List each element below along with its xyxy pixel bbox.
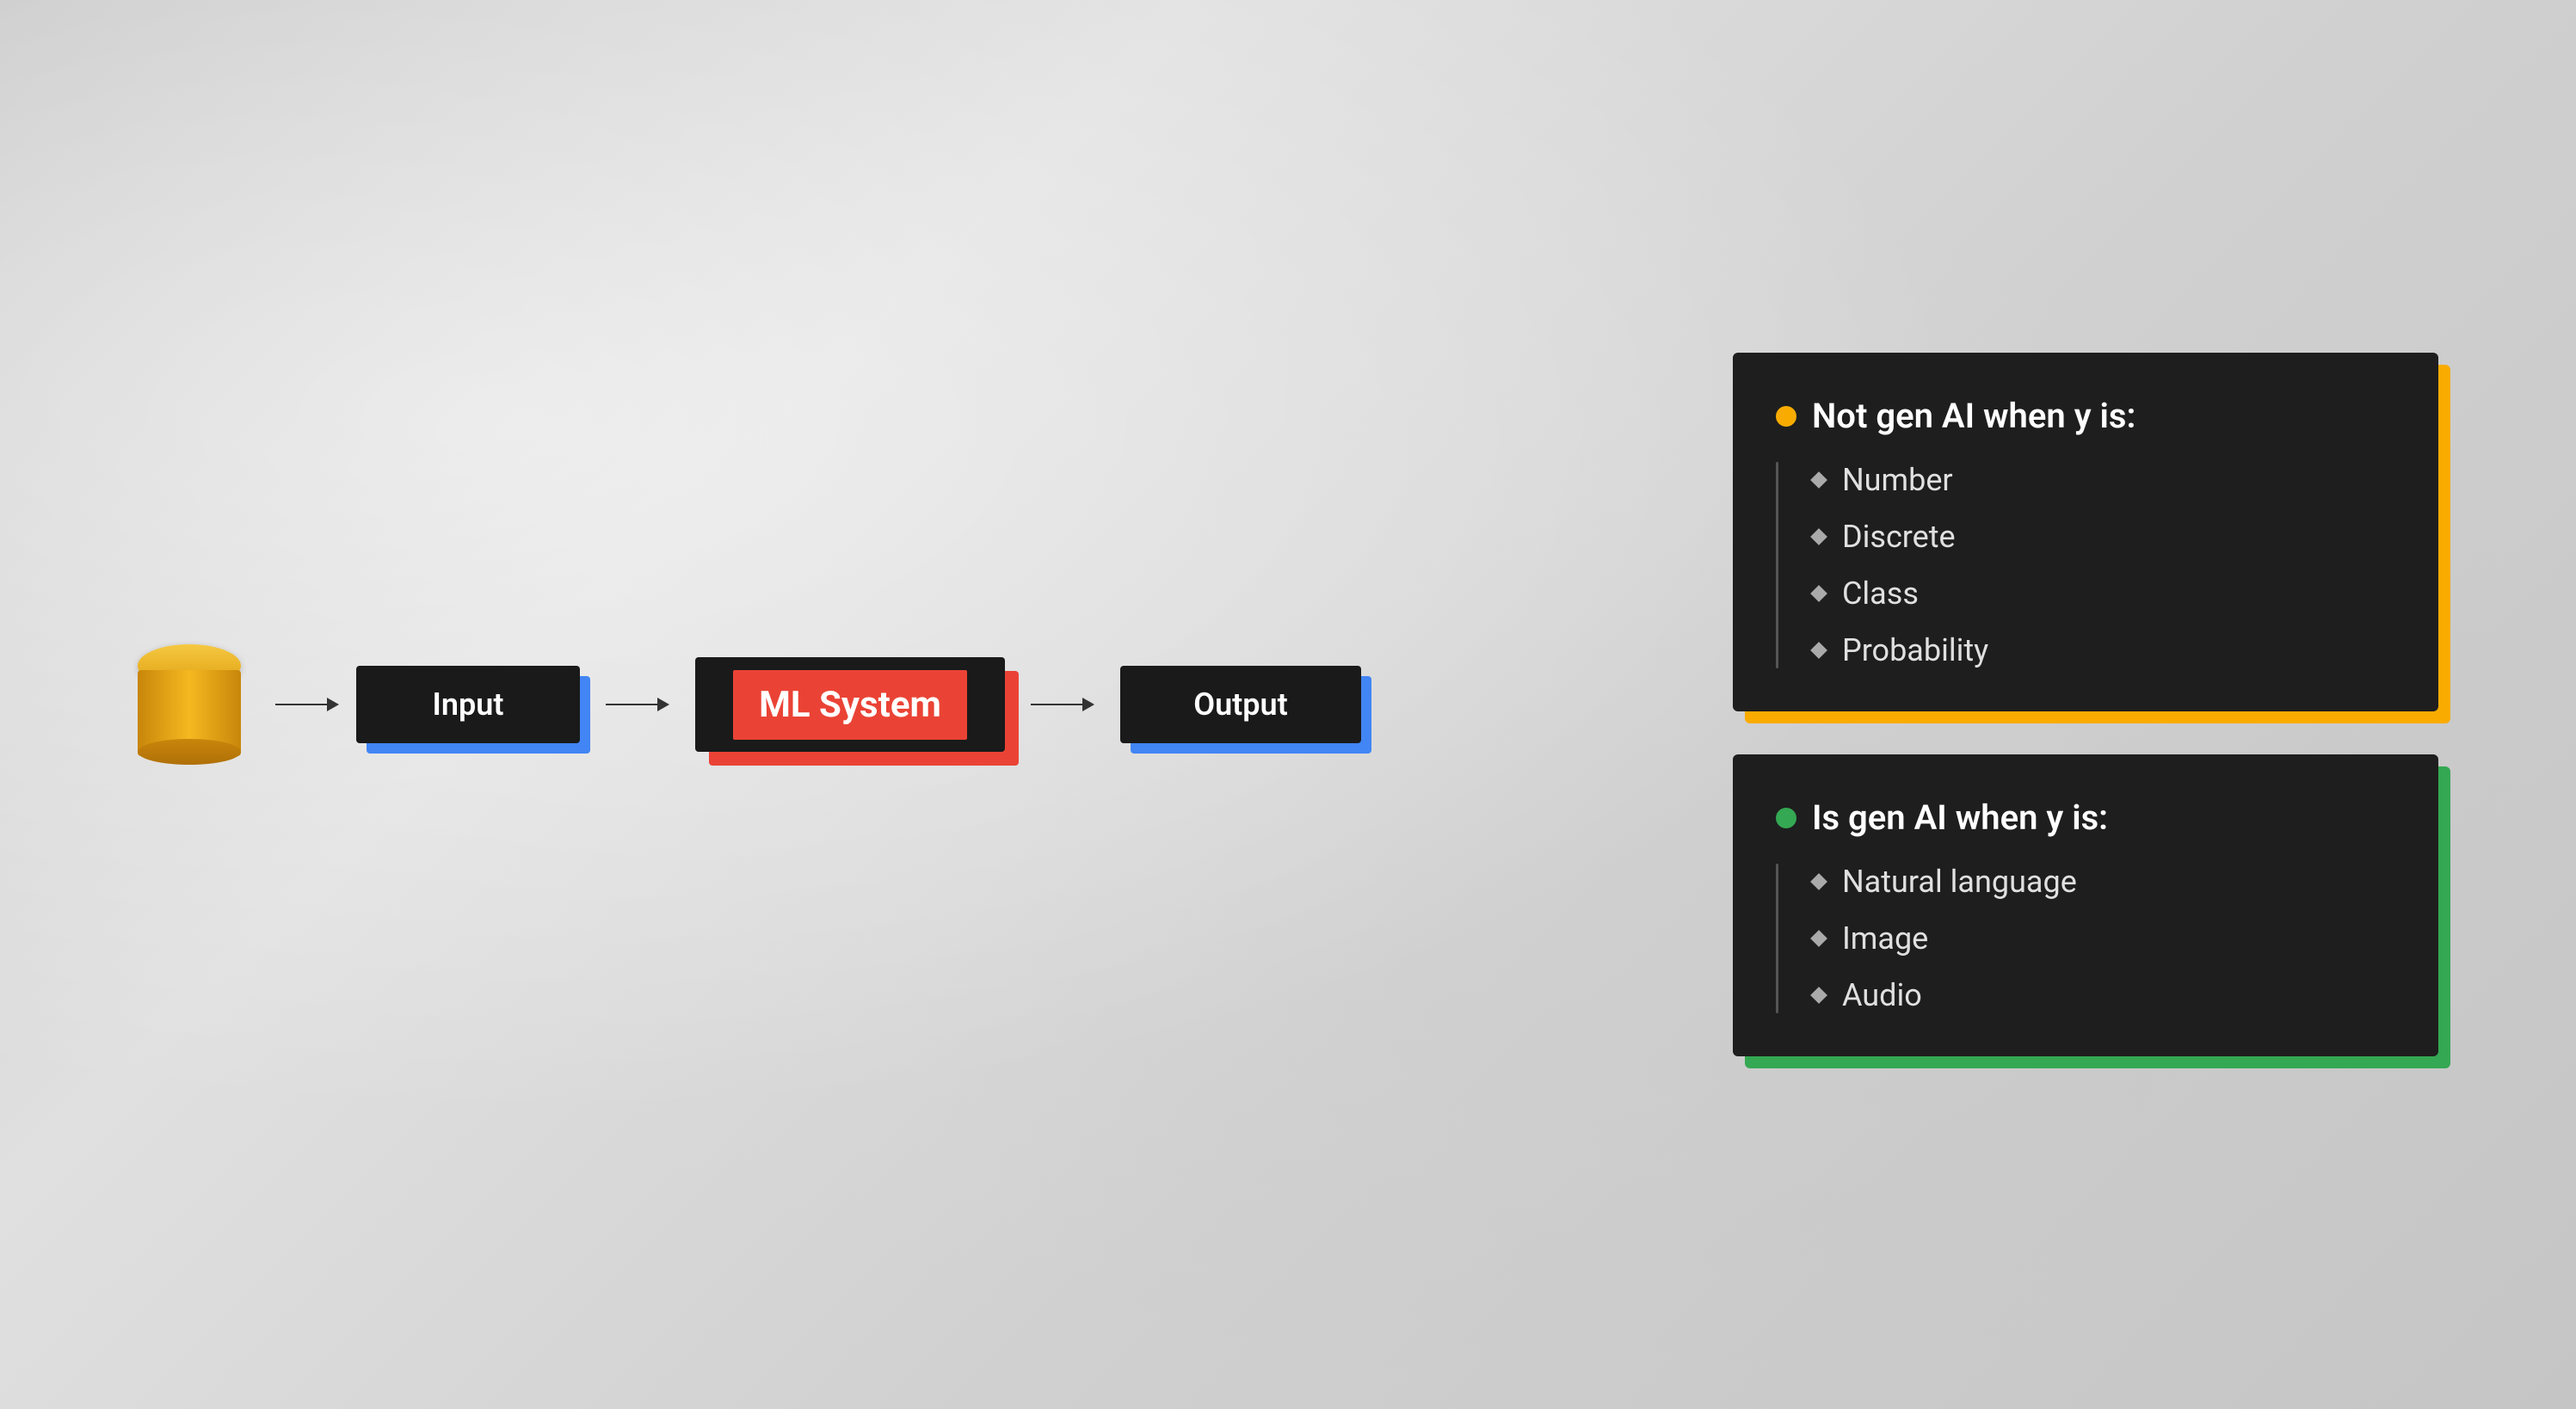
arrow-line-1 <box>275 704 327 705</box>
arrow-head-2 <box>657 698 669 711</box>
arrow-3 <box>1031 698 1094 711</box>
item-number: Number <box>1842 462 1953 498</box>
output-box: Output <box>1120 666 1361 743</box>
not-gen-ai-panel: Not gen AI when y is: Number Discrete <box>1733 353 2438 711</box>
item-audio: Audio <box>1842 977 1922 1013</box>
arrow-head-3 <box>1082 698 1094 711</box>
list-item: Number <box>1813 462 1988 498</box>
input-label: Input <box>433 686 504 723</box>
arrow-line-3 <box>1031 704 1082 705</box>
diamond-icon <box>1810 642 1827 659</box>
panel-list-2: Natural language Image Audio <box>1776 864 2387 1013</box>
ml-box-wrapper: ML System <box>695 657 1005 752</box>
ml-label: ML System <box>759 684 941 726</box>
panels-area: Not gen AI when y is: Number Discrete <box>1733 353 2438 1056</box>
dot-yellow-icon <box>1776 406 1796 427</box>
diamond-icon <box>1810 930 1827 947</box>
diamond-icon <box>1810 873 1827 890</box>
item-discrete: Discrete <box>1842 519 1956 555</box>
panel-title-2: Is gen AI when y is: <box>1776 797 2387 838</box>
list-item: Probability <box>1813 632 1988 668</box>
ml-inner: ML System <box>733 670 967 740</box>
arrow-line-2 <box>606 704 657 705</box>
item-probability: Probability <box>1842 632 1988 668</box>
list-item: Discrete <box>1813 519 1988 555</box>
arrow-head-1 <box>327 698 339 711</box>
panel-line-2 <box>1776 864 1778 1013</box>
list-item: Image <box>1813 920 2077 957</box>
database-icon <box>138 644 241 765</box>
list-item: Audio <box>1813 977 2077 1013</box>
output-box-wrapper: Output <box>1120 666 1361 743</box>
cylinder-bottom <box>138 739 241 765</box>
is-gen-ai-panel: Is gen AI when y is: Natural language Im… <box>1733 754 2438 1056</box>
item-image: Image <box>1842 920 1928 957</box>
arrow-1 <box>275 698 339 711</box>
diamond-icon <box>1810 471 1827 489</box>
item-natural-language: Natural language <box>1842 864 2077 900</box>
arrow-2 <box>606 698 669 711</box>
panel-title-1: Not gen AI when y is: <box>1776 396 2387 436</box>
panel-items-2: Natural language Image Audio <box>1813 864 2077 1013</box>
list-item: Class <box>1813 575 1988 612</box>
panel-items-1: Number Discrete Class Probability <box>1813 462 1988 668</box>
main-content: Input ML System Output <box>0 0 2576 1409</box>
diamond-icon <box>1810 987 1827 1004</box>
item-class: Class <box>1842 575 1919 612</box>
panel-content-2: Is gen AI when y is: Natural language Im… <box>1733 754 2438 1056</box>
panel-content-1: Not gen AI when y is: Number Discrete <box>1733 353 2438 711</box>
ml-box: ML System <box>695 657 1005 752</box>
dot-green-icon <box>1776 808 1796 828</box>
panel-list-1: Number Discrete Class Probability <box>1776 462 2387 668</box>
panel-line-1 <box>1776 462 1778 668</box>
is-gen-ai-title: Is gen AI when y is: <box>1812 797 2108 838</box>
output-label: Output <box>1193 686 1287 723</box>
list-item: Natural language <box>1813 864 2077 900</box>
diamond-icon <box>1810 585 1827 602</box>
diagram-area: Input ML System Output <box>138 644 1378 765</box>
diamond-icon <box>1810 528 1827 545</box>
not-gen-ai-title: Not gen AI when y is: <box>1812 396 2135 436</box>
input-box: Input <box>356 666 580 743</box>
input-box-wrapper: Input <box>356 666 580 743</box>
